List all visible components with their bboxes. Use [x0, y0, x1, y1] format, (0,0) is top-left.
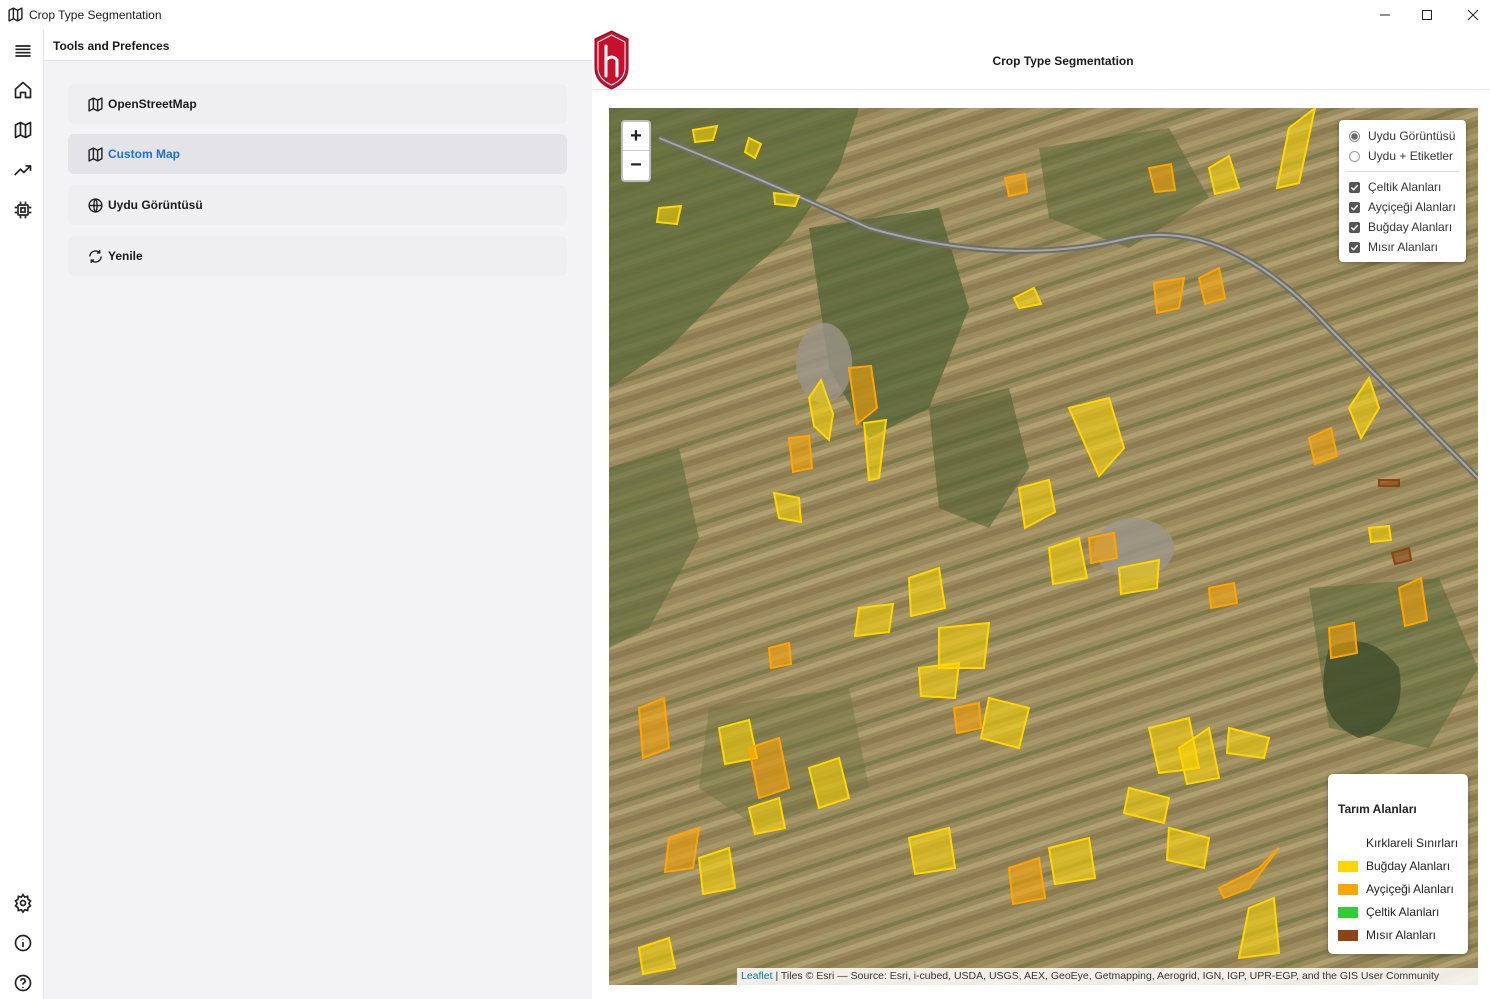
checkbox-checked[interactable]	[1349, 201, 1360, 213]
main-header: Crop Type Segmentation	[592, 30, 1490, 90]
home-icon	[14, 81, 32, 99]
legend-label: Ayçiçeği Alanları	[1366, 882, 1454, 896]
legend-item: Buğday Alanları	[1338, 859, 1450, 873]
checkbox-checked[interactable]	[1349, 241, 1360, 253]
base-layer-label: Uydu + Etiketler	[1368, 149, 1454, 163]
tool-label: OpenStreetMap	[108, 97, 197, 111]
legend-swatch	[1338, 883, 1358, 895]
zoom-in-button[interactable]: +	[623, 122, 649, 151]
layer-control: Uydu Görüntüsü Uydu + Etiketler Çeltik A…	[1339, 120, 1466, 262]
tool-custom-map[interactable]: Custom Map	[68, 134, 567, 174]
tools-header: Tools and Prefences	[44, 30, 592, 61]
globe-icon	[88, 197, 103, 213]
overlay-aycicegi[interactable]: Ayçiçeği Alanları	[1349, 199, 1456, 215]
leaflet-link[interactable]: Leaflet	[741, 970, 773, 982]
map-attribution: Leaflet | Tiles © Esri — Source: Esri, i…	[737, 968, 1478, 985]
zoom-control: + −	[621, 120, 651, 182]
close-icon	[1467, 9, 1479, 21]
overlay-misir[interactable]: Mısır Alanları	[1349, 239, 1438, 255]
close-button[interactable]	[1450, 0, 1490, 30]
page-title: Crop Type Segmentation	[992, 54, 1134, 68]
radio-unselected[interactable]	[1349, 150, 1360, 162]
trending-icon	[14, 165, 32, 176]
analytics-button[interactable]	[12, 159, 34, 181]
tool-label: Yenile	[108, 249, 143, 263]
checkbox-checked[interactable]	[1349, 181, 1360, 193]
overlay-label: Buğday Alanları	[1368, 220, 1453, 234]
maximize-icon	[1422, 10, 1432, 20]
tools-panel: Tools and Prefences OpenStreetMap Custom…	[44, 30, 592, 999]
tools-header-title: Tools and Prefences	[53, 39, 170, 53]
help-icon	[14, 974, 32, 992]
tool-refresh[interactable]: Yenile	[68, 236, 567, 276]
map-icon	[14, 121, 32, 139]
map-icon	[8, 7, 23, 22]
window-title: Crop Type Segmentation	[29, 8, 162, 22]
legend-swatch	[1338, 860, 1358, 872]
processor-button[interactable]	[12, 199, 34, 221]
info-button[interactable]	[12, 932, 34, 954]
refresh-icon	[89, 249, 102, 263]
home-button[interactable]	[12, 79, 34, 101]
legend-label: Buğday Alanları	[1366, 859, 1451, 873]
map-button[interactable]	[12, 119, 34, 141]
legend-label: Kırklareli Sınırları	[1366, 836, 1459, 850]
legend-item: Çeltik Alanları	[1338, 905, 1439, 919]
legend-label: Mısır Alanları	[1366, 928, 1437, 942]
tool-label: Uydu Görüntüsü	[108, 198, 203, 212]
info-icon	[14, 934, 32, 952]
maximize-button[interactable]	[1404, 0, 1450, 30]
minimize-icon	[1380, 14, 1390, 16]
tool-satellite[interactable]: Uydu Görüntüsü	[68, 185, 567, 225]
menu-icon	[15, 45, 31, 57]
checkbox-checked[interactable]	[1349, 221, 1360, 233]
legend-title: Tarım Alanları	[1338, 802, 1417, 816]
attribution-text: | Tiles © Esri — Source: Esri, i-cubed, …	[772, 970, 1440, 982]
settings-icon	[14, 893, 32, 913]
icon-rail	[0, 30, 44, 999]
title-bar: Crop Type Segmentation	[0, 0, 1490, 30]
map-view[interactable]: + − Uydu Görüntüsü Uydu + Etiketler Çelt…	[609, 108, 1478, 985]
legend-item: Mısır Alanları	[1338, 928, 1436, 942]
base-layer-labels[interactable]: Uydu + Etiketler	[1349, 148, 1453, 164]
base-layer-satellite[interactable]: Uydu Görüntüsü	[1349, 128, 1455, 144]
base-layer-label: Uydu Görüntüsü	[1368, 129, 1456, 143]
legend-label: Çeltik Alanları	[1366, 905, 1440, 919]
legend-item: Kırklareli Sınırları	[1338, 836, 1458, 850]
minimize-button[interactable]	[1362, 0, 1408, 30]
overlay-label: Ayçiçeği Alanları	[1368, 200, 1456, 214]
map-icon	[88, 96, 103, 112]
overlay-bugday[interactable]: Buğday Alanları	[1349, 219, 1452, 235]
chip-icon	[14, 201, 32, 219]
overlay-celtik[interactable]: Çeltik Alanları	[1349, 179, 1441, 195]
tool-label: Custom Map	[108, 147, 180, 161]
overlay-label: Çeltik Alanları	[1368, 180, 1442, 194]
legend-swatch	[1338, 929, 1358, 941]
zoom-out-button[interactable]: −	[623, 151, 649, 180]
settings-button[interactable]	[12, 892, 34, 914]
help-button[interactable]	[12, 972, 34, 994]
legend-swatch	[1338, 838, 1358, 849]
legend-swatch	[1338, 906, 1358, 918]
menu-button[interactable]	[12, 40, 34, 62]
map-icon	[88, 146, 103, 162]
map-legend: Tarım Alanları Kırklareli Sınırları Buğd…	[1328, 774, 1468, 954]
radio-selected[interactable]	[1349, 130, 1360, 142]
tool-openstreetmap[interactable]: OpenStreetMap	[68, 84, 567, 124]
layer-divider	[1345, 171, 1460, 172]
legend-item: Ayçiçeği Alanları	[1338, 882, 1454, 896]
overlay-label: Mısır Alanları	[1368, 240, 1439, 254]
